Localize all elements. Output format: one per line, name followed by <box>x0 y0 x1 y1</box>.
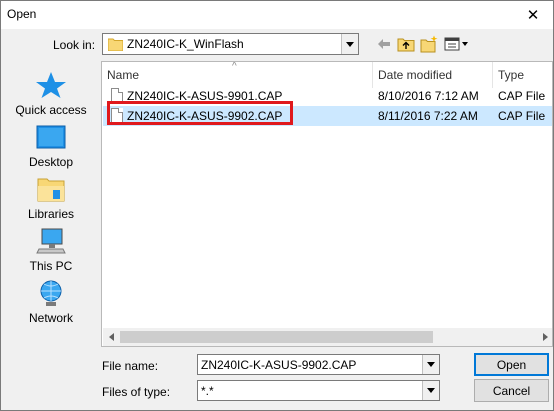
new-folder-icon[interactable] <box>420 35 438 53</box>
place-this-pc[interactable]: This PC <box>7 223 95 273</box>
place-libraries[interactable]: Libraries <box>7 171 95 221</box>
file-name-value: ZN240IC-K-ASUS-9902.CAP <box>201 358 357 372</box>
place-label: This PC <box>29 259 73 273</box>
files-of-type-value: *.* <box>201 384 214 398</box>
place-label: Network <box>28 311 73 325</box>
scroll-right-icon[interactable] <box>537 328 552 346</box>
places-bar: Quick access Desktop Libraries This PC N… <box>7 61 95 347</box>
view-menu-icon[interactable] <box>444 35 470 53</box>
folder-icon <box>108 38 123 51</box>
up-folder-icon[interactable] <box>397 35 415 53</box>
place-quick-access[interactable]: Quick access <box>7 67 95 117</box>
scrollbar-thumb[interactable] <box>120 331 433 343</box>
column-header-date-modified[interactable]: Date modified <box>378 62 452 88</box>
back-arrow-icon[interactable] <box>375 35 393 53</box>
close-button[interactable]: ✕ <box>513 1 553 29</box>
file-icon <box>111 88 123 103</box>
file-name-input[interactable]: ZN240IC-K-ASUS-9902.CAP <box>197 354 440 375</box>
computer-icon <box>36 228 66 254</box>
file-row[interactable]: ZN240IC-K-ASUS-9901.CAP 8/10/2016 7:12 A… <box>103 86 552 106</box>
star-icon <box>36 72 66 98</box>
libraries-icon <box>37 178 65 202</box>
file-name: ZN240IC-K-ASUS-9902.CAP <box>127 109 283 123</box>
place-label: Libraries <box>27 207 75 221</box>
file-type: CAP File <box>498 89 546 103</box>
file-name: ZN240IC-K-ASUS-9901.CAP <box>127 89 283 103</box>
network-icon <box>40 280 62 306</box>
place-network[interactable]: Network <box>7 275 95 325</box>
place-label: Desktop <box>28 155 74 169</box>
dialog-title: Open <box>7 7 37 21</box>
scroll-left-icon[interactable] <box>103 328 119 346</box>
file-date: 8/10/2016 7:12 AM <box>378 89 479 103</box>
file-type: CAP File <box>498 109 546 123</box>
chevron-down-icon[interactable] <box>422 381 439 400</box>
cancel-button[interactable]: Cancel <box>474 379 549 402</box>
horizontal-scrollbar[interactable] <box>103 328 552 346</box>
place-desktop[interactable]: Desktop <box>7 119 95 169</box>
open-button[interactable]: Open <box>474 353 549 376</box>
file-date: 8/11/2016 7:22 AM <box>378 109 478 123</box>
look-in-label: Look in: <box>53 38 96 52</box>
file-icon <box>111 108 123 123</box>
column-separator[interactable] <box>372 62 373 88</box>
look-in-combobox[interactable]: ZN240IC-K_WinFlash <box>102 33 359 55</box>
title-bar: Open ✕ <box>1 1 553 29</box>
sort-ascending-icon: ^ <box>232 61 237 72</box>
files-of-type-select[interactable]: *.* <box>197 380 440 401</box>
chevron-down-icon[interactable] <box>422 355 439 374</box>
open-dialog: Open ✕ Look in: ZN240IC-K_WinFlash Quick… <box>0 0 554 411</box>
desktop-icon <box>36 125 66 149</box>
chevron-down-icon[interactable] <box>341 34 358 54</box>
column-header-type[interactable]: Type <box>498 62 524 88</box>
column-header-name[interactable]: Name <box>107 62 139 88</box>
files-of-type-label: Files of type: <box>102 385 171 399</box>
place-label: Quick access <box>15 103 87 117</box>
file-list[interactable]: Name ^ Date modified Type ZN240IC-K-ASUS… <box>101 61 553 347</box>
column-separator[interactable] <box>492 62 493 88</box>
look-in-value: ZN240IC-K_WinFlash <box>127 37 244 51</box>
file-row-selected[interactable]: ZN240IC-K-ASUS-9902.CAP 8/11/2016 7:22 A… <box>103 106 552 126</box>
file-name-label: File name: <box>102 359 159 373</box>
